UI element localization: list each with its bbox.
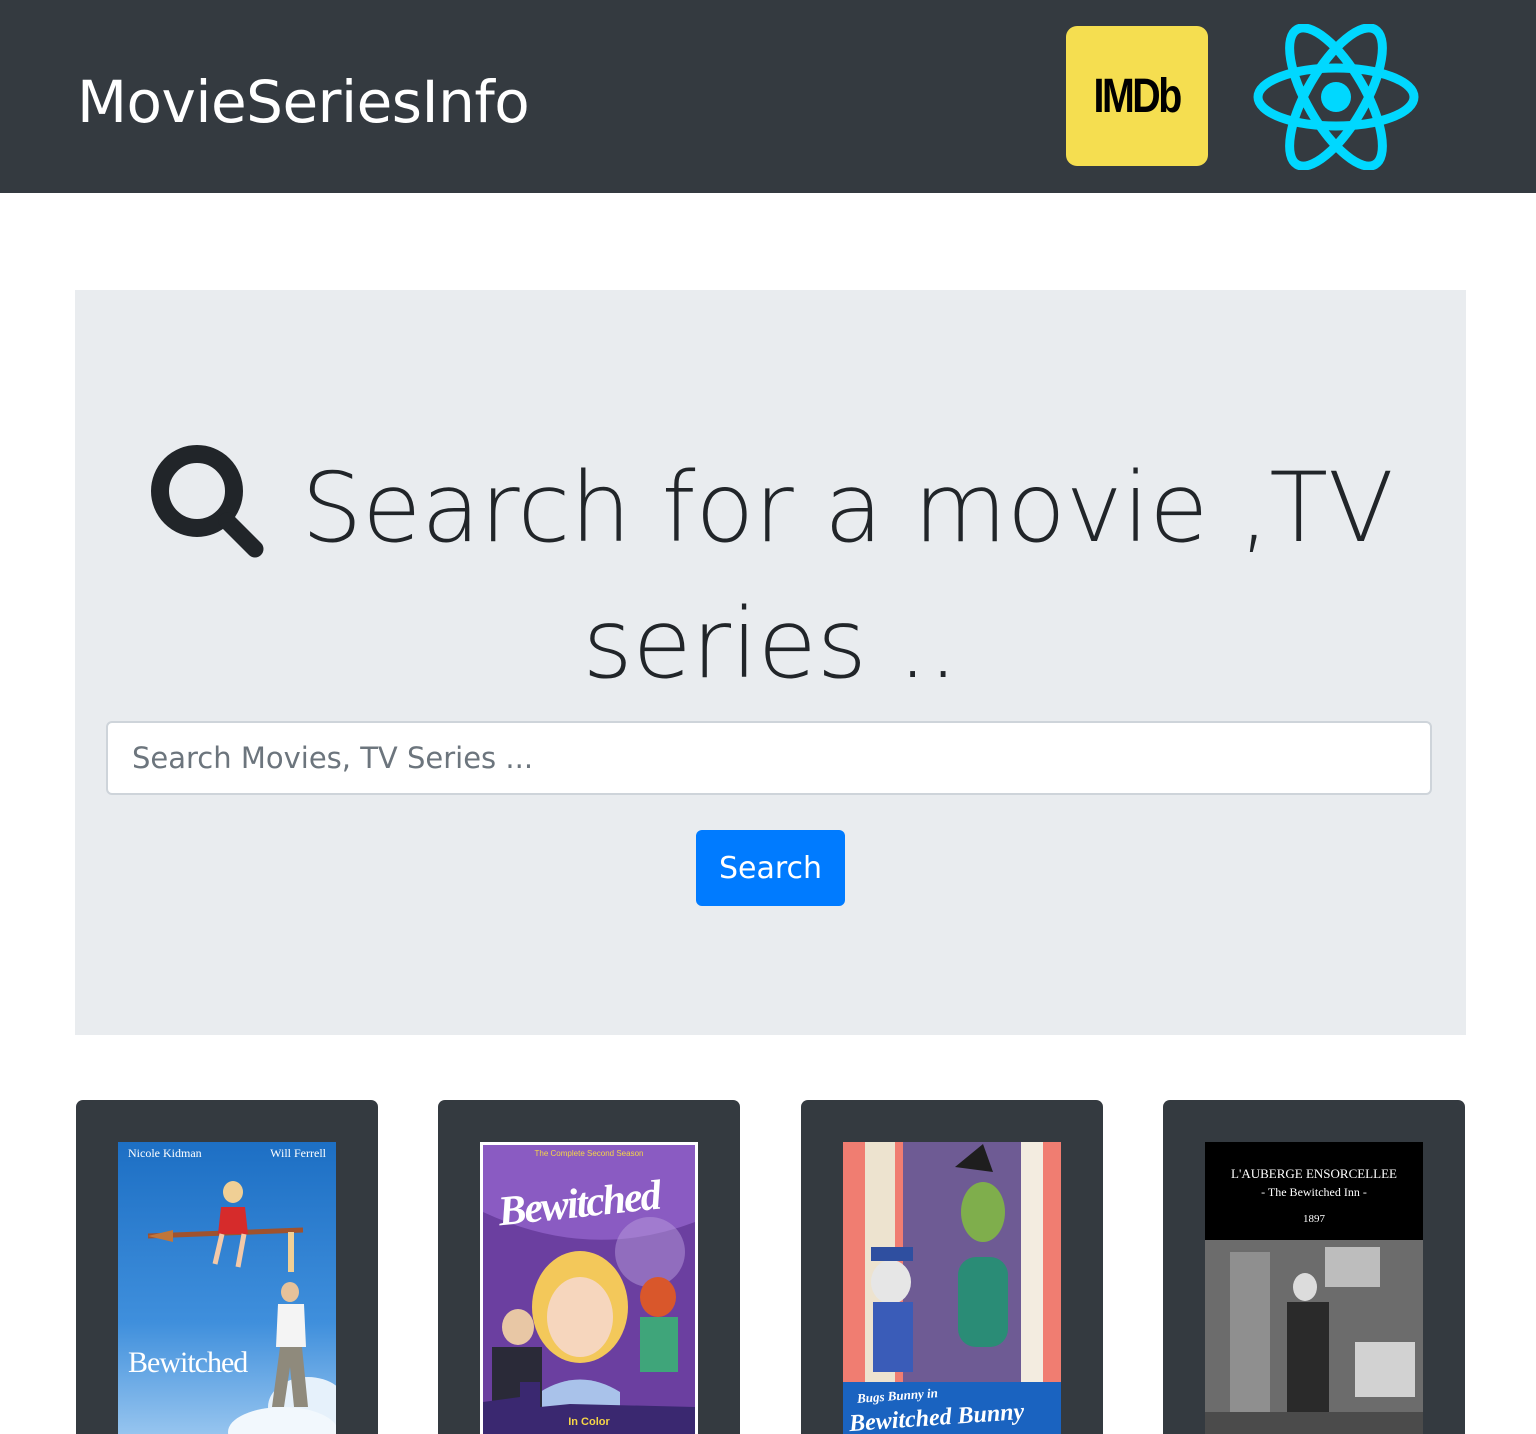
- poster-year: 1897: [1303, 1213, 1325, 1225]
- search-icon: [151, 445, 264, 558]
- poster-actor-right: Will Ferrell: [270, 1146, 326, 1160]
- result-card[interactable]: Bugs Bunny in Bewitched Bunny: [801, 1100, 1103, 1434]
- result-card[interactable]: L'AUBERGE ENSORCELLEE - The Bewitched In…: [1163, 1100, 1465, 1434]
- headline-line-2: series ..: [582, 588, 959, 700]
- search-jumbotron: Search for a movie ,TV series .. Search: [75, 290, 1466, 1035]
- headline-line-1: Search for a movie ,TV: [301, 452, 1394, 564]
- imdb-logo-text: IMDb: [1093, 69, 1183, 123]
- imdb-logo[interactable]: IMDb: [1066, 26, 1208, 166]
- movie-poster[interactable]: Nicole Kidman Will Ferrell Bewitched: [118, 1142, 336, 1434]
- movie-poster[interactable]: L'AUBERGE ENSORCELLEE - The Bewitched In…: [1205, 1142, 1423, 1434]
- poster-actor-left: Nicole Kidman: [128, 1146, 202, 1160]
- result-card[interactable]: Nicole Kidman Will Ferrell Bewitched: [76, 1100, 378, 1434]
- brand-link[interactable]: MovieSeriesInfo: [77, 62, 530, 142]
- navbar: MovieSeriesInfo IMDb: [0, 0, 1536, 193]
- movie-poster[interactable]: The Complete Second Season Bewitched In …: [480, 1142, 698, 1434]
- react-atom-icon[interactable]: [1252, 24, 1420, 170]
- search-button[interactable]: Search: [696, 830, 845, 906]
- search-input[interactable]: [106, 721, 1432, 795]
- poster-subtitle: - The Bewitched Inn -: [1261, 1185, 1367, 1199]
- movie-poster[interactable]: Bugs Bunny in Bewitched Bunny: [843, 1142, 1061, 1434]
- poster-title: L'AUBERGE ENSORCELLEE: [1231, 1166, 1397, 1181]
- poster-title: Bewitched: [128, 1346, 248, 1379]
- page-headline: Search for a movie ,TV series ..: [75, 440, 1466, 712]
- result-card[interactable]: The Complete Second Season Bewitched In …: [438, 1100, 740, 1434]
- poster-tagline: The Complete Second Season: [534, 1149, 644, 1158]
- poster-badge: In Color: [568, 1416, 610, 1428]
